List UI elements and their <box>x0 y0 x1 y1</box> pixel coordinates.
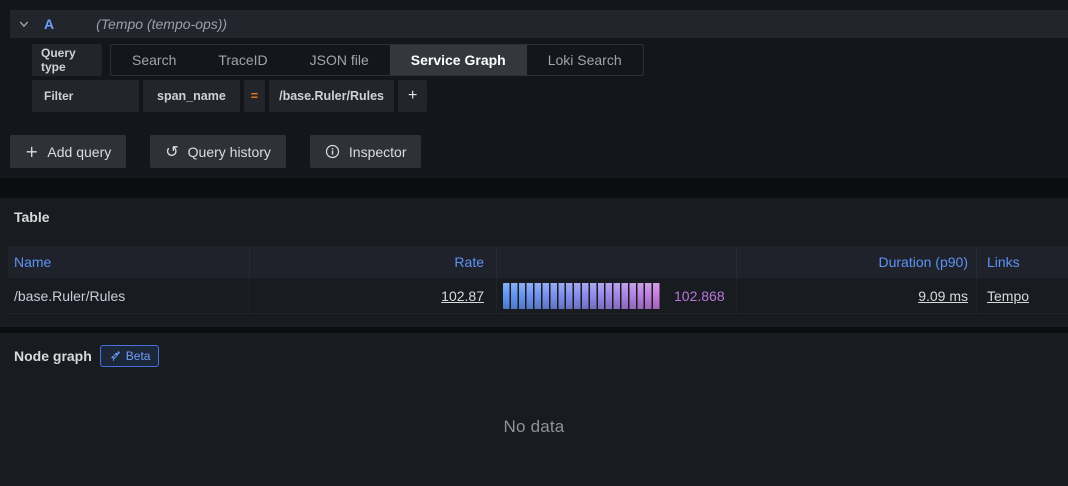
query-history-button[interactable]: ↺ Query history <box>150 135 286 168</box>
table-header-row: Name Rate Duration (p90) Links <box>8 246 1068 278</box>
tab-traceid[interactable]: TraceID <box>197 45 288 75</box>
rate-gauge-value: 102.868 <box>674 287 725 304</box>
rocket-icon <box>109 350 121 362</box>
history-clock-icon: ↺ <box>165 141 179 161</box>
section-divider <box>0 178 1068 198</box>
inspector-label: Inspector <box>348 143 407 160</box>
tab-json-file[interactable]: JSON file <box>289 45 390 75</box>
add-filter-button[interactable]: + <box>398 80 428 112</box>
service-graph-table: Name Rate Duration (p90) Links /base.Rul… <box>8 246 1068 314</box>
tab-service-graph[interactable]: Service Graph <box>389 45 527 75</box>
query-history-label: Query history <box>187 143 271 160</box>
inspector-button[interactable]: Inspector <box>309 135 422 168</box>
query-toolbar: + Add query ↺ Query history Inspector <box>10 135 1068 168</box>
node-graph-title: Node graph <box>14 348 92 364</box>
tab-search[interactable]: Search <box>111 45 197 75</box>
info-circle-icon <box>325 144 340 159</box>
datasource-name: (Tempo (tempo-ops)) <box>96 16 228 32</box>
column-header-duration[interactable]: Duration (p90) <box>879 254 969 270</box>
filter-value-select[interactable]: /base.Ruler/Rules <box>269 80 394 112</box>
beta-badge-label: Beta <box>125 349 151 363</box>
column-header-links[interactable]: Links <box>987 254 1020 270</box>
add-query-label: Add query <box>47 143 112 160</box>
table-panel: Table Name Rate Duration (p90) Links /ba… <box>0 198 1068 327</box>
chevron-down-icon[interactable] <box>18 18 30 30</box>
query-editor: Query type Search TraceID JSON file Serv… <box>32 44 1068 112</box>
no-data-message: No data <box>503 416 565 436</box>
filter-field-select[interactable]: span_name <box>143 80 240 112</box>
filter-label: Filter <box>32 80 139 112</box>
cell-tempo-link[interactable]: Tempo <box>987 288 1029 304</box>
query-row-header[interactable]: A (Tempo (tempo-ops)) <box>10 10 1068 38</box>
node-graph-panel: Node graph Beta No data <box>0 333 1068 486</box>
node-graph-title-row: Node graph Beta <box>0 333 1068 367</box>
query-type-tab-group: Search TraceID JSON file Service Graph L… <box>110 44 644 76</box>
rate-bar-gauge <box>503 282 661 309</box>
column-header-rate[interactable]: Rate <box>454 254 484 270</box>
query-type-row: Query type Search TraceID JSON file Serv… <box>32 44 1068 76</box>
query-type-label: Query type <box>32 44 102 76</box>
node-graph-content: No data <box>0 367 1068 486</box>
query-editor-section: A (Tempo (tempo-ops)) Query type Search … <box>0 0 1068 178</box>
add-query-button[interactable]: + Add query <box>10 135 127 168</box>
beta-badge: Beta <box>99 345 160 367</box>
tab-loki-search[interactable]: Loki Search <box>527 45 643 75</box>
column-header-name[interactable]: Name <box>14 254 51 270</box>
filter-operator[interactable]: = <box>243 80 266 112</box>
filter-row: Filter span_name = /base.Ruler/Rules + <box>32 80 1068 112</box>
query-ref-id: A <box>44 16 55 32</box>
cell-name: /base.Ruler/Rules <box>14 287 126 304</box>
table-panel-title: Table <box>14 209 50 225</box>
table-row: /base.Ruler/Rules 102.87 102.868 9.09 ms… <box>8 278 1068 314</box>
plus-icon: + <box>25 141 39 161</box>
cell-rate-link[interactable]: 102.87 <box>441 288 484 304</box>
cell-duration-link[interactable]: 9.09 ms <box>918 288 968 304</box>
